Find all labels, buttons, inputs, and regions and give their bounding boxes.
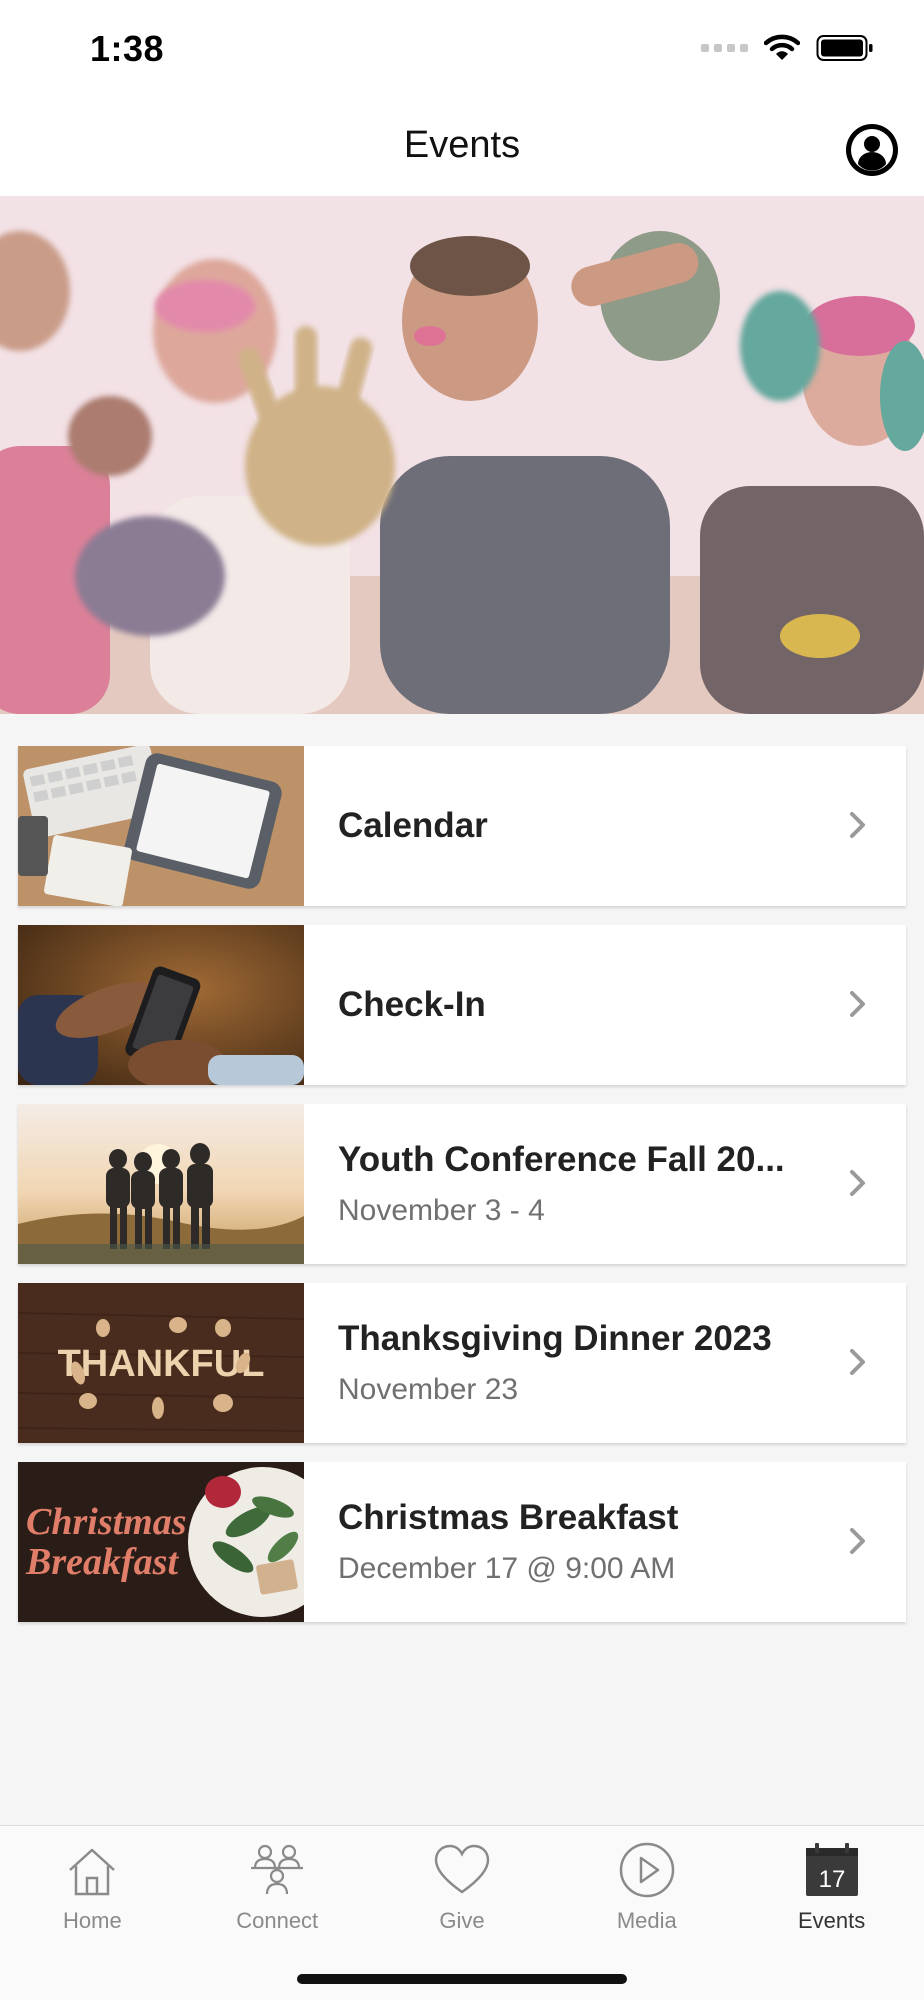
page-title: Events — [403, 124, 521, 166]
event-card-youth-conference[interactable]: Youth Conference Fall 20... November 3 -… — [18, 1104, 906, 1264]
christmas-breakfast-thumbnail: Christmas Breakfast — [18, 1462, 304, 1622]
home-indicator[interactable] — [297, 1974, 627, 1984]
chevron-right-icon — [850, 1349, 865, 1375]
event-list: Calendar Check-In Youth Conference Fall … — [18, 746, 906, 1641]
chevron-right-icon — [850, 812, 865, 838]
event-card-check-in[interactable]: Check-In — [18, 925, 906, 1085]
connect-icon — [251, 1844, 304, 1895]
christmas-text-line2: Breakfast — [25, 1541, 179, 1583]
tab-label: Home — [63, 1908, 122, 1933]
tab-connect[interactable]: Connect — [185, 1826, 370, 1946]
home-icon — [69, 1848, 116, 1896]
card-text: Youth Conference Fall 20... November 3 -… — [304, 1104, 906, 1264]
status-time: 1:38 — [90, 28, 165, 69]
play-icon — [619, 1842, 675, 1898]
thanksgiving-thumbnail: THANKFUL — [18, 1283, 304, 1443]
battery-icon — [816, 35, 873, 61]
tab-label: Media — [616, 1908, 677, 1933]
wifi-icon — [764, 34, 800, 60]
tab-label: Give — [439, 1908, 485, 1933]
tab-events[interactable]: 17 Events — [739, 1826, 924, 1946]
tab-label: Connect — [236, 1908, 319, 1933]
chevron-right-icon — [850, 1528, 865, 1554]
status-bar: 1:38 — [0, 0, 924, 100]
youth-conference-thumbnail — [18, 1104, 304, 1264]
calendar-thumbnail — [18, 746, 304, 906]
event-date: November 23 — [338, 1373, 519, 1406]
navigation-bar: Events — [0, 100, 924, 196]
check-in-thumbnail — [18, 925, 304, 1085]
tab-label: Events — [797, 1908, 866, 1933]
event-date: November 3 - 4 — [338, 1194, 545, 1227]
heart-icon — [434, 1844, 490, 1894]
thankful-text: THANKFUL — [58, 1343, 265, 1385]
card-text: Christmas Breakfast December 17 @ 9:00 A… — [304, 1462, 906, 1622]
event-title: Thanksgiving Dinner 2023 — [338, 1319, 772, 1358]
tab-bar: Home Connect Give Media 17 Events — [0, 1825, 924, 2000]
calendar-icon: 17 — [805, 1843, 858, 1896]
tab-home[interactable]: Home — [0, 1826, 185, 1946]
event-card-thanksgiving-dinner[interactable]: THANKFUL Thanksgiving Dinner 2023 Novemb… — [18, 1283, 906, 1443]
cellular-signal-icon — [701, 44, 748, 52]
hero-image — [0, 196, 924, 714]
event-title: Check-In — [338, 985, 486, 1024]
event-card-christmas-breakfast[interactable]: Christmas Breakfast Christmas Breakfast … — [18, 1462, 906, 1622]
profile-button[interactable] — [846, 124, 898, 176]
calendar-day-number: 17 — [818, 1866, 845, 1893]
event-card-calendar[interactable]: Calendar — [18, 746, 906, 906]
chevron-right-icon — [850, 1170, 865, 1196]
user-icon — [851, 129, 893, 171]
christmas-text-line1: Christmas — [26, 1501, 187, 1543]
card-text: Check-In — [304, 925, 906, 1085]
status-icons — [701, 34, 874, 62]
chevron-right-icon — [850, 991, 865, 1017]
tab-media[interactable]: Media — [554, 1826, 739, 1946]
tab-give[interactable]: Give — [370, 1826, 555, 1946]
event-title: Youth Conference Fall 20... — [338, 1140, 785, 1179]
event-date: December 17 @ 9:00 AM — [338, 1552, 676, 1585]
card-text: Calendar — [304, 746, 906, 906]
event-title: Calendar — [338, 806, 488, 845]
event-title: Christmas Breakfast — [338, 1498, 679, 1537]
card-text: Thanksgiving Dinner 2023 November 23 — [304, 1283, 906, 1443]
